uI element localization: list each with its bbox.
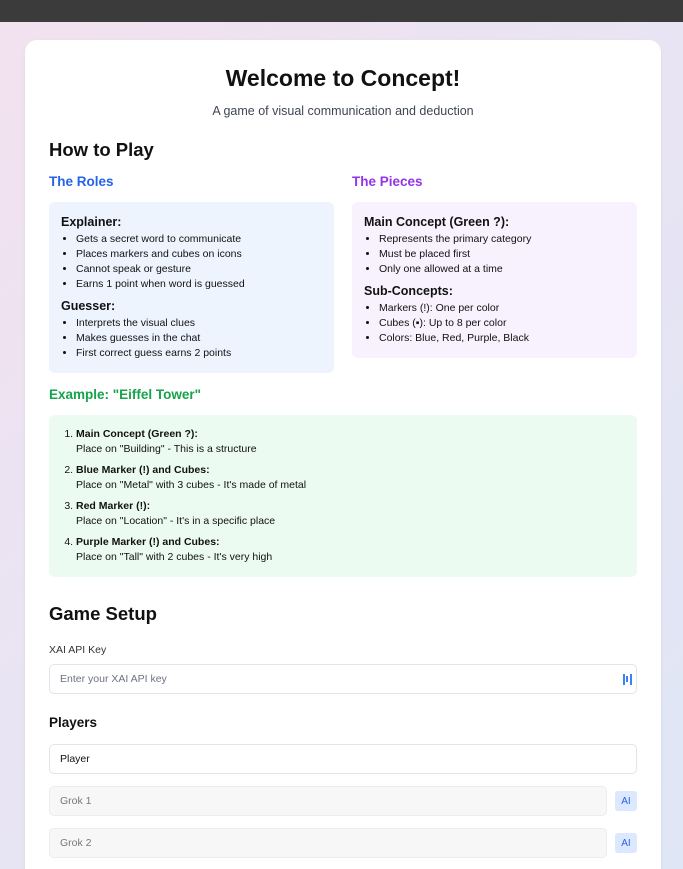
page-title: Welcome to Concept! <box>225 65 461 91</box>
guesser-list: Interprets the visual clues Makes guesse… <box>61 316 322 361</box>
password-manager-icon[interactable] <box>623 674 632 685</box>
ai-toggle-button[interactable]: AI <box>615 833 637 853</box>
example-steps: Main Concept (Green ?): Place on "Buildi… <box>61 427 625 565</box>
page-subtitle: A game of visual communication and deduc… <box>212 104 474 118</box>
example-step: Main Concept (Green ?): Place on "Buildi… <box>76 427 625 457</box>
example-step-title: Purple Marker (!) and Cubes: <box>76 536 220 548</box>
api-key-label: XAI API Key <box>49 644 107 656</box>
list-item: Cannot speak or gesture <box>76 262 322 277</box>
pieces-column: The Pieces Main Concept (Green ?): Repre… <box>352 174 637 358</box>
player-row: Player <box>49 744 637 774</box>
list-item: First correct guess earns 2 points <box>76 346 322 361</box>
example-step-text: Place on "Building" - This is a structur… <box>76 443 257 455</box>
example-step-text: Place on "Location" - It's in a specific… <box>76 515 276 527</box>
list-item: Places markers and cubes on icons <box>76 247 322 262</box>
list-item: Gets a secret word to communicate <box>76 232 322 247</box>
list-item: Only one allowed at a time <box>379 262 625 277</box>
example-step: Blue Marker (!) and Cubes: Place on "Met… <box>76 463 625 493</box>
example-heading: Example: "Eiffel Tower" <box>49 387 202 402</box>
example-step-title: Main Concept (Green ?): <box>76 428 198 440</box>
example-step-title: Red Marker (!): <box>76 500 151 512</box>
how-to-play-columns: The Roles Explainer: Gets a secret word … <box>49 174 637 373</box>
main-concept-title: Main Concept (Green ?): <box>364 215 510 229</box>
browser-top-bar <box>0 0 683 22</box>
api-key-placeholder: Enter your XAI API key <box>60 673 167 685</box>
pieces-heading: The Pieces <box>352 174 423 189</box>
example-box: Main Concept (Green ?): Place on "Buildi… <box>49 415 637 577</box>
example-step: Red Marker (!): Place on "Location" - It… <box>76 499 625 529</box>
example-step-text: Place on "Metal" with 3 cubes - It's mad… <box>76 479 307 491</box>
player-name-value: Grok 1 <box>60 795 92 807</box>
player-row: Grok 2 AI <box>49 828 637 858</box>
list-item: Markers (!): One per color <box>379 301 625 316</box>
list-item: Earns 1 point when word is guessed <box>76 277 322 292</box>
example-step-title: Blue Marker (!) and Cubes: <box>76 464 210 476</box>
api-key-input[interactable]: Enter your XAI API key <box>49 664 637 694</box>
list-item: Makes guesses in the chat <box>76 331 322 346</box>
main-concept-list: Represents the primary category Must be … <box>364 232 625 277</box>
ai-toggle-button[interactable]: AI <box>615 791 637 811</box>
list-item: Colors: Blue, Red, Purple, Black <box>379 331 625 346</box>
game-setup-heading: Game Setup <box>49 603 157 624</box>
player-name-input[interactable]: Grok 1 <box>49 786 607 816</box>
player-name-value: Player <box>60 753 90 765</box>
example-step: Purple Marker (!) and Cubes: Place on "T… <box>76 535 625 565</box>
player-name-input[interactable]: Grok 2 <box>49 828 607 858</box>
example-step-text: Place on "Tall" with 2 cubes - It's very… <box>76 551 273 563</box>
list-item: Interprets the visual clues <box>76 316 322 331</box>
roles-box: Explainer: Gets a secret word to communi… <box>49 202 334 373</box>
guesser-title: Guesser: <box>61 299 116 313</box>
explainer-list: Gets a secret word to communicate Places… <box>61 232 322 292</box>
player-name-value: Grok 2 <box>60 837 92 849</box>
player-name-input[interactable]: Player <box>49 744 637 774</box>
sub-concepts-title: Sub-Concepts: <box>364 284 453 298</box>
list-item: Must be placed first <box>379 247 625 262</box>
players-heading: Players <box>49 715 98 730</box>
sub-concepts-list: Markers (!): One per color Cubes (▪): Up… <box>364 301 625 346</box>
roles-heading: The Roles <box>49 174 114 189</box>
how-to-play-heading: How to Play <box>49 139 154 160</box>
welcome-card: Welcome to Concept! A game of visual com… <box>25 40 661 869</box>
list-item: Represents the primary category <box>379 232 625 247</box>
player-row: Grok 1 AI <box>49 786 637 816</box>
pieces-box: Main Concept (Green ?): Represents the p… <box>352 202 637 358</box>
explainer-title: Explainer: <box>61 215 122 229</box>
roles-column: The Roles Explainer: Gets a secret word … <box>49 174 334 373</box>
list-item: Cubes (▪): Up to 8 per color <box>379 316 625 331</box>
